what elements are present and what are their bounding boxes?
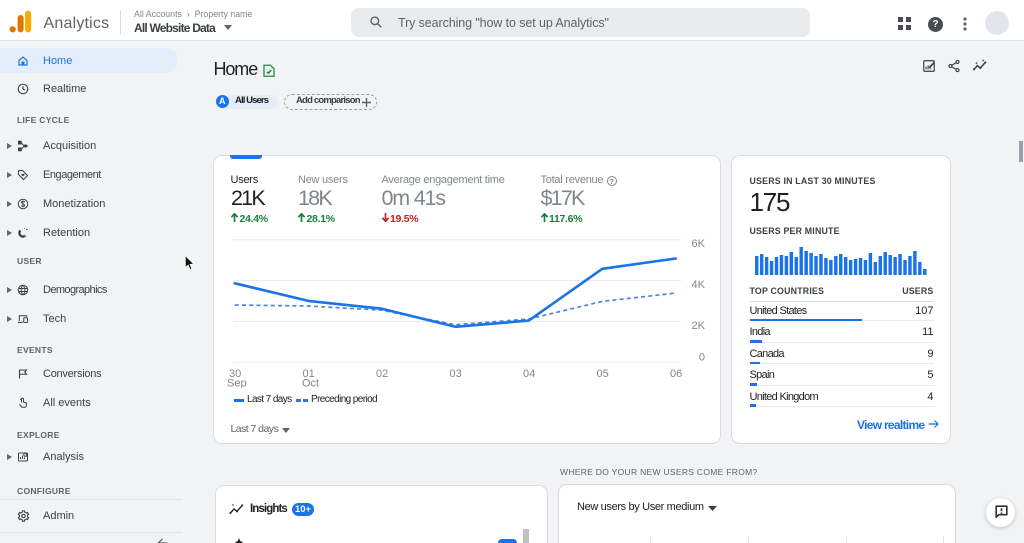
- svg-text:06: 06: [670, 368, 682, 380]
- svg-text:4K: 4K: [692, 279, 706, 291]
- svg-text:03: 03: [450, 368, 462, 380]
- svg-text:Oct: Oct: [302, 378, 319, 389]
- svg-text:Sep: Sep: [227, 378, 247, 389]
- svg-text:05: 05: [597, 368, 609, 380]
- svg-text:0: 0: [699, 352, 705, 364]
- svg-text:2K: 2K: [692, 320, 706, 332]
- svg-text:02: 02: [376, 368, 388, 380]
- svg-text:6K: 6K: [692, 238, 706, 250]
- svg-text:04: 04: [523, 368, 535, 380]
